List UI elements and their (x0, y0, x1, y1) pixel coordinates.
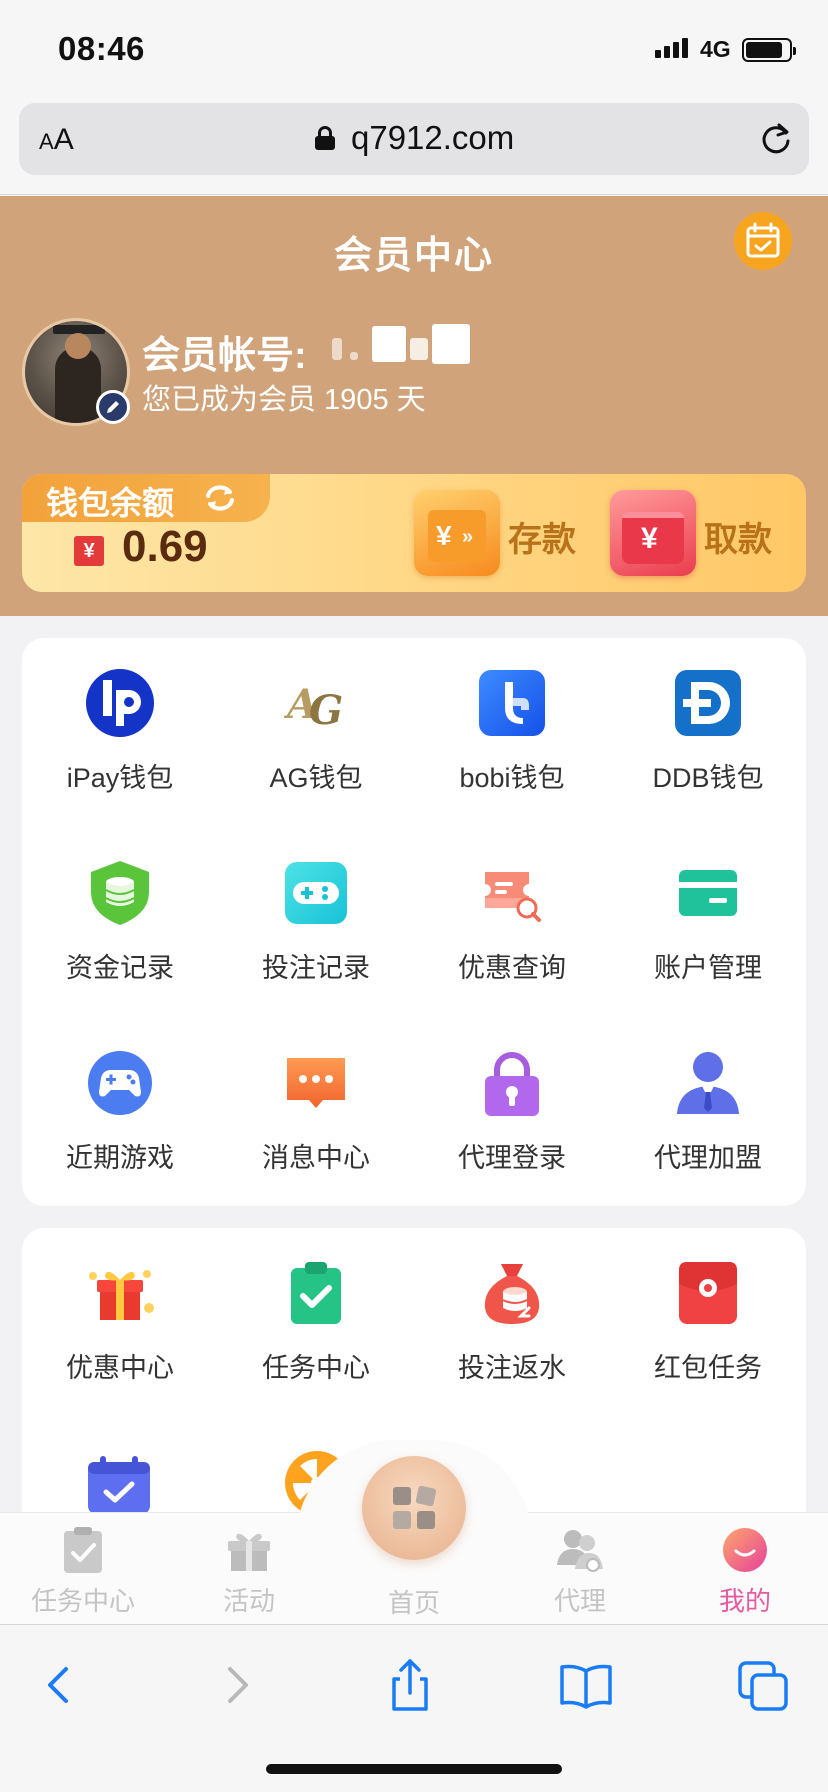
member-days: 您已成为会员 1905 天 (142, 384, 426, 416)
gift-box-icon (228, 1533, 270, 1571)
tab-label-active: 我的 (718, 1586, 771, 1616)
wallet-services-card: iPay钱包 A G AG钱包 bobi钱包 DDB钱包 资金记录 投注记录 优… (22, 638, 806, 1206)
bet-rebate-item[interactable]: 投注返水 (414, 1228, 610, 1418)
ipay-wallet-item[interactable]: iPay钱包 (22, 638, 218, 828)
promo-query-item[interactable]: 优惠查询 (414, 828, 610, 1018)
tab-label: 首页 (387, 1588, 440, 1618)
tab-mine[interactable]: 我的 (662, 1513, 828, 1625)
account-label: 会员帐号: (142, 335, 307, 377)
status-time: 08:46 (58, 30, 145, 67)
bet-records-item[interactable]: 投注记录 (218, 828, 414, 1018)
grid-item-label: 近期游戏 (66, 1143, 174, 1173)
mine-smile-icon (723, 1528, 767, 1572)
bobi-wallet-item[interactable]: bobi钱包 (414, 638, 610, 828)
browser-address-area: AA q7912.com (0, 95, 828, 195)
network-type: 4G (700, 36, 731, 62)
wallet-panel: 钱包余额 ¥ 0.69 ¥ » 存款 ¥ 取款 (22, 474, 806, 592)
account-management-item[interactable]: 账户管理 (610, 828, 806, 1018)
wallet-label-tab: 钱包余额 (22, 474, 270, 522)
lock-icon (315, 126, 335, 150)
grid-item-label: 投注记录 (262, 953, 370, 983)
money-bag-icon (484, 1264, 540, 1324)
clipboard-check-icon (291, 1262, 341, 1324)
grid-item-label: bobi钱包 (459, 763, 565, 793)
deposit-icon[interactable]: ¥ » (414, 490, 500, 576)
tab-tasks[interactable]: 任务中心 (0, 1513, 166, 1625)
svg-text:G: G (309, 687, 343, 734)
ddb-icon (675, 670, 741, 736)
task-clipboard-icon (64, 1527, 102, 1573)
member-header: 会员中心 会员帐号: 您已成为会员 1905 天 钱包余额 ¥ 0.69 ¥ »… (0, 196, 828, 616)
tab-label: 活动 (222, 1586, 275, 1616)
grid-item-label: DDB钱包 (652, 763, 764, 793)
address-bar[interactable]: AA q7912.com (19, 103, 809, 175)
controller-icon (88, 1051, 152, 1115)
grid-item-label: AG钱包 (269, 763, 363, 793)
agent-login-item[interactable]: 代理登录 (414, 1018, 610, 1208)
grid-item-label: 优惠中心 (66, 1353, 174, 1383)
gift-icon (89, 1270, 154, 1320)
page-title: 会员中心 (333, 235, 494, 277)
grid-item-label: 资金记录 (66, 953, 174, 983)
ag-icon: A G (283, 681, 343, 734)
refresh-icon[interactable] (202, 482, 238, 514)
home-button[interactable] (362, 1456, 466, 1560)
text-size-button[interactable]: AA (39, 123, 74, 157)
lock-icon (485, 1052, 539, 1116)
forward-icon[interactable] (206, 1655, 266, 1715)
wallet-balance: 0.69 (122, 522, 208, 571)
message-center-item[interactable]: 消息中心 (218, 1018, 414, 1208)
calendar-checkin-icon[interactable] (734, 212, 792, 270)
grid-item-label: 账户管理 (654, 953, 762, 983)
grid-item-label: iPay钱包 (66, 763, 174, 793)
bobi-icon (479, 670, 545, 736)
reload-icon[interactable] (759, 121, 793, 157)
grid-item-label: 代理登录 (458, 1143, 566, 1173)
message-icon (287, 1058, 345, 1108)
signal-icon (655, 38, 688, 58)
calendar-task-icon[interactable] (84, 1454, 154, 1514)
deposit-button[interactable]: 存款 (508, 512, 576, 561)
agent-people-icon (557, 1530, 603, 1572)
home-grid-icon (393, 1485, 437, 1529)
grid-item-label: 消息中心 (262, 1143, 370, 1173)
tab-label: 任务中心 (30, 1586, 135, 1616)
tabs-icon[interactable] (734, 1655, 794, 1715)
withdraw-icon[interactable]: ¥ (610, 490, 696, 576)
red-packet-task-item[interactable]: 红包任务 (610, 1228, 806, 1418)
ddb-wallet-item[interactable]: DDB钱包 (610, 638, 806, 828)
ipay-icon (86, 669, 154, 737)
grid-item-label: 优惠查询 (458, 953, 566, 983)
task-center-item[interactable]: 任务中心 (218, 1228, 414, 1418)
grid-item-label: 任务中心 (262, 1353, 370, 1383)
coin-shield-icon (91, 861, 149, 925)
yen-icon: ¥ (74, 536, 104, 566)
promo-center-item[interactable]: 优惠中心 (22, 1228, 218, 1418)
grid-item-label: 代理加盟 (654, 1143, 762, 1173)
red-envelope-icon (679, 1262, 737, 1324)
agent-join-item[interactable]: 代理加盟 (610, 1018, 806, 1208)
recent-games-item[interactable]: 近期游戏 (22, 1018, 218, 1208)
share-icon[interactable] (380, 1655, 440, 1715)
bookmarks-icon[interactable] (556, 1655, 616, 1715)
url-text[interactable]: q7912.com (351, 119, 514, 157)
wallet-label: 钱包余额 (46, 485, 175, 521)
battery-icon (742, 38, 796, 62)
fund-records-item[interactable]: 资金记录 (22, 828, 218, 1018)
status-bar: 08:46 4G (0, 0, 828, 95)
card-icon (679, 870, 737, 916)
coupon-search-icon (485, 872, 541, 922)
home-indicator (266, 1764, 562, 1774)
agent-icon (677, 1052, 739, 1114)
gamepad-icon (285, 862, 347, 924)
grid-item-label: 投注返水 (458, 1353, 566, 1383)
grid-item-label: 红包任务 (654, 1353, 762, 1383)
tab-label: 代理 (553, 1586, 606, 1616)
back-icon[interactable] (30, 1655, 90, 1715)
withdraw-button[interactable]: 取款 (704, 512, 772, 561)
ag-wallet-item[interactable]: A G AG钱包 (218, 638, 414, 828)
edit-avatar-icon[interactable] (96, 390, 130, 424)
